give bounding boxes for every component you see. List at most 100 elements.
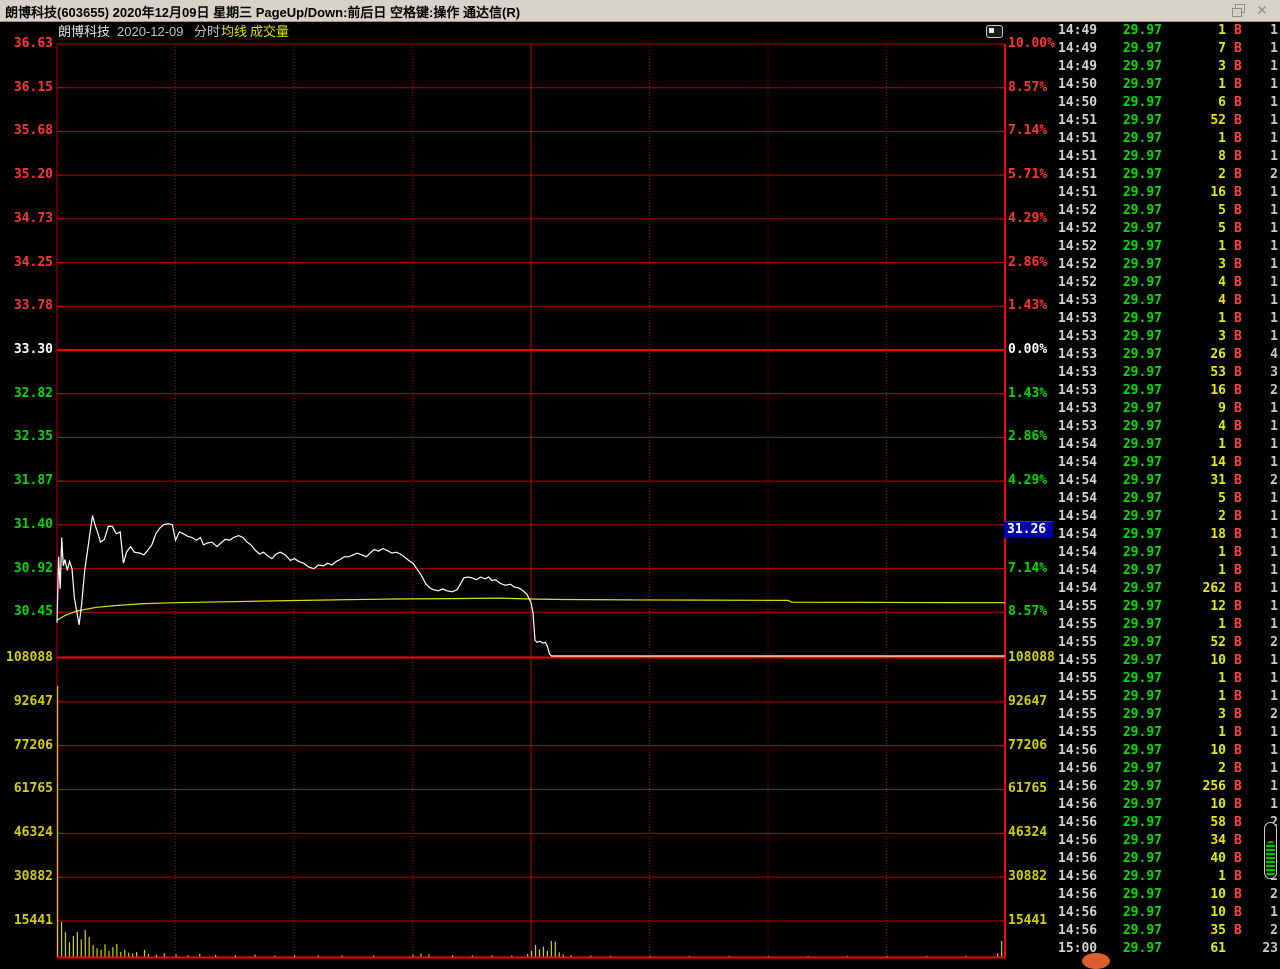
price-axis-label: 30.92 xyxy=(13,560,53,576)
txn-time: 14:53 xyxy=(1058,347,1098,362)
txn-row: 14:54 29.97 1 B 1 xyxy=(1056,562,1280,580)
txn-count: 1 xyxy=(1270,329,1278,344)
volume-bar xyxy=(649,955,651,957)
txn-count: 1 xyxy=(1270,563,1278,578)
txn-count: 1 xyxy=(1270,41,1278,56)
txn-count: 23 xyxy=(1262,941,1278,956)
txn-count: 2 xyxy=(1270,707,1278,722)
txn-price: 29.97 xyxy=(1122,509,1162,524)
percent-axis-label: 0.00% xyxy=(1008,342,1048,357)
timeshare-chart[interactable] xyxy=(0,22,1054,960)
volume-axis-label: 92647 xyxy=(13,693,53,709)
volume-bar xyxy=(554,941,556,957)
txn-volume: 1 xyxy=(1218,311,1226,326)
txn-count: 2 xyxy=(1270,887,1278,902)
txn-time: 14:53 xyxy=(1058,383,1098,398)
txn-volume: 256 xyxy=(1202,779,1226,794)
volume-axis-label: 77206 xyxy=(1008,737,1048,753)
txn-row: 14:56 29.97 35 B 2 xyxy=(1056,922,1280,940)
txn-price: 29.97 xyxy=(1122,437,1162,452)
txn-volume: 5 xyxy=(1218,221,1226,236)
txn-volume: 2 xyxy=(1218,761,1226,776)
price-axis-label: 32.35 xyxy=(13,429,53,445)
txn-time: 14:49 xyxy=(1058,59,1098,74)
tdx-window: 朗博科技(603655) 2020年12月09日 星期三 PageUp/Down… xyxy=(0,0,1280,969)
scrollbar-thumb[interactable] xyxy=(1266,841,1275,877)
txn-price: 29.97 xyxy=(1122,707,1162,722)
volume-bar xyxy=(527,954,529,957)
txn-volume: 10 xyxy=(1210,743,1226,758)
title-bar: 朗博科技(603655) 2020年12月09日 星期三 PageUp/Down… xyxy=(0,0,1280,22)
price-axis-label: 35.20 xyxy=(13,167,53,183)
txn-time: 14:53 xyxy=(1058,419,1098,434)
price-axis-label: 36.15 xyxy=(13,79,53,95)
percent-axis-label: 10.00% xyxy=(1008,36,1055,51)
txn-volume: 10 xyxy=(1210,887,1226,902)
txn-count: 4 xyxy=(1270,347,1278,362)
txn-volume: 4 xyxy=(1218,275,1226,290)
close-window-icon[interactable]: ✕ xyxy=(1254,3,1270,18)
txn-row: 14:55 29.97 1 B 1 xyxy=(1056,616,1280,634)
txn-time: 14:52 xyxy=(1058,203,1098,218)
txn-time: 14:54 xyxy=(1058,491,1098,506)
txn-count: 1 xyxy=(1270,689,1278,704)
txn-price: 29.97 xyxy=(1122,563,1162,578)
txn-volume: 5 xyxy=(1218,491,1226,506)
volume-bar xyxy=(590,955,592,957)
txn-time: 14:55 xyxy=(1058,707,1098,722)
txn-row: 14:53 29.97 26 B 4 xyxy=(1056,346,1280,364)
txn-price: 29.97 xyxy=(1122,545,1162,560)
volume-axis-label: 46324 xyxy=(13,825,53,841)
txn-time: 14:56 xyxy=(1058,869,1098,884)
txn-count: 1 xyxy=(1270,293,1278,308)
txn-time: 14:51 xyxy=(1058,131,1098,146)
txn-time: 14:54 xyxy=(1058,455,1098,470)
txn-time: 14:51 xyxy=(1058,113,1098,128)
txn-price: 29.97 xyxy=(1122,923,1162,938)
txn-row: 14:52 29.97 5 B 1 xyxy=(1056,202,1280,220)
txn-volume: 1 xyxy=(1218,23,1226,38)
txn-price: 29.97 xyxy=(1122,869,1162,884)
txn-row: 14:54 29.97 31 B 2 xyxy=(1056,472,1280,490)
transaction-list[interactable]: 14:49 29.97 1 B 1 14:49 29.97 7 B 1 14:49 29.97 3 B 1 1… xyxy=(1056,22,1280,960)
txn-row: 14:56 29.97 10 B 1 xyxy=(1056,796,1280,814)
txn-volume: 1 xyxy=(1218,725,1226,740)
txn-row: 14:51 29.97 1 B 1 xyxy=(1056,130,1280,148)
txn-volume: 31 xyxy=(1210,473,1226,488)
txn-row: 14:49 29.97 1 B 1 xyxy=(1056,22,1280,40)
txn-time: 14:52 xyxy=(1058,275,1098,290)
txn-count: 1 xyxy=(1270,599,1278,614)
txn-row: 14:55 29.97 1 B 1 xyxy=(1056,670,1280,688)
txn-count: 1 xyxy=(1270,401,1278,416)
txn-time: 14:54 xyxy=(1058,545,1098,560)
volume-bar xyxy=(558,952,560,957)
volume-bar xyxy=(452,955,454,957)
txn-volume: 35 xyxy=(1210,923,1226,938)
txn-volume: 1 xyxy=(1218,131,1226,146)
transaction-scrollbar[interactable] xyxy=(1264,822,1277,879)
txn-row: 14:53 29.97 53 B 3 xyxy=(1056,364,1280,382)
volume-bar xyxy=(163,953,165,957)
txn-price: 29.97 xyxy=(1122,851,1162,866)
txn-price: 29.97 xyxy=(1122,635,1162,650)
percent-axis-label: 1.43% xyxy=(1008,298,1048,314)
txn-price: 29.97 xyxy=(1122,473,1162,488)
txn-price: 29.97 xyxy=(1122,311,1162,326)
volume-axis-label: 15441 xyxy=(13,912,53,928)
txn-row: 14:55 29.97 3 B 2 xyxy=(1056,706,1280,724)
restore-window-icon[interactable] xyxy=(1230,3,1246,18)
txn-volume: 1 xyxy=(1218,239,1226,254)
txn-time: 14:51 xyxy=(1058,149,1098,164)
txn-price: 29.97 xyxy=(1122,365,1162,380)
txn-time: 14:55 xyxy=(1058,653,1098,668)
percent-axis-label: 2.86% xyxy=(1008,254,1048,270)
txn-time: 14:54 xyxy=(1058,527,1098,542)
volume-bar xyxy=(341,955,343,957)
txn-price: 29.97 xyxy=(1122,491,1162,506)
txn-count: 1 xyxy=(1270,113,1278,128)
txn-volume: 16 xyxy=(1210,185,1226,200)
txn-row: 14:54 29.97 5 B 1 xyxy=(1056,490,1280,508)
volume-bar xyxy=(187,955,189,957)
txn-volume: 14 xyxy=(1210,455,1226,470)
txn-volume: 9 xyxy=(1218,401,1226,416)
